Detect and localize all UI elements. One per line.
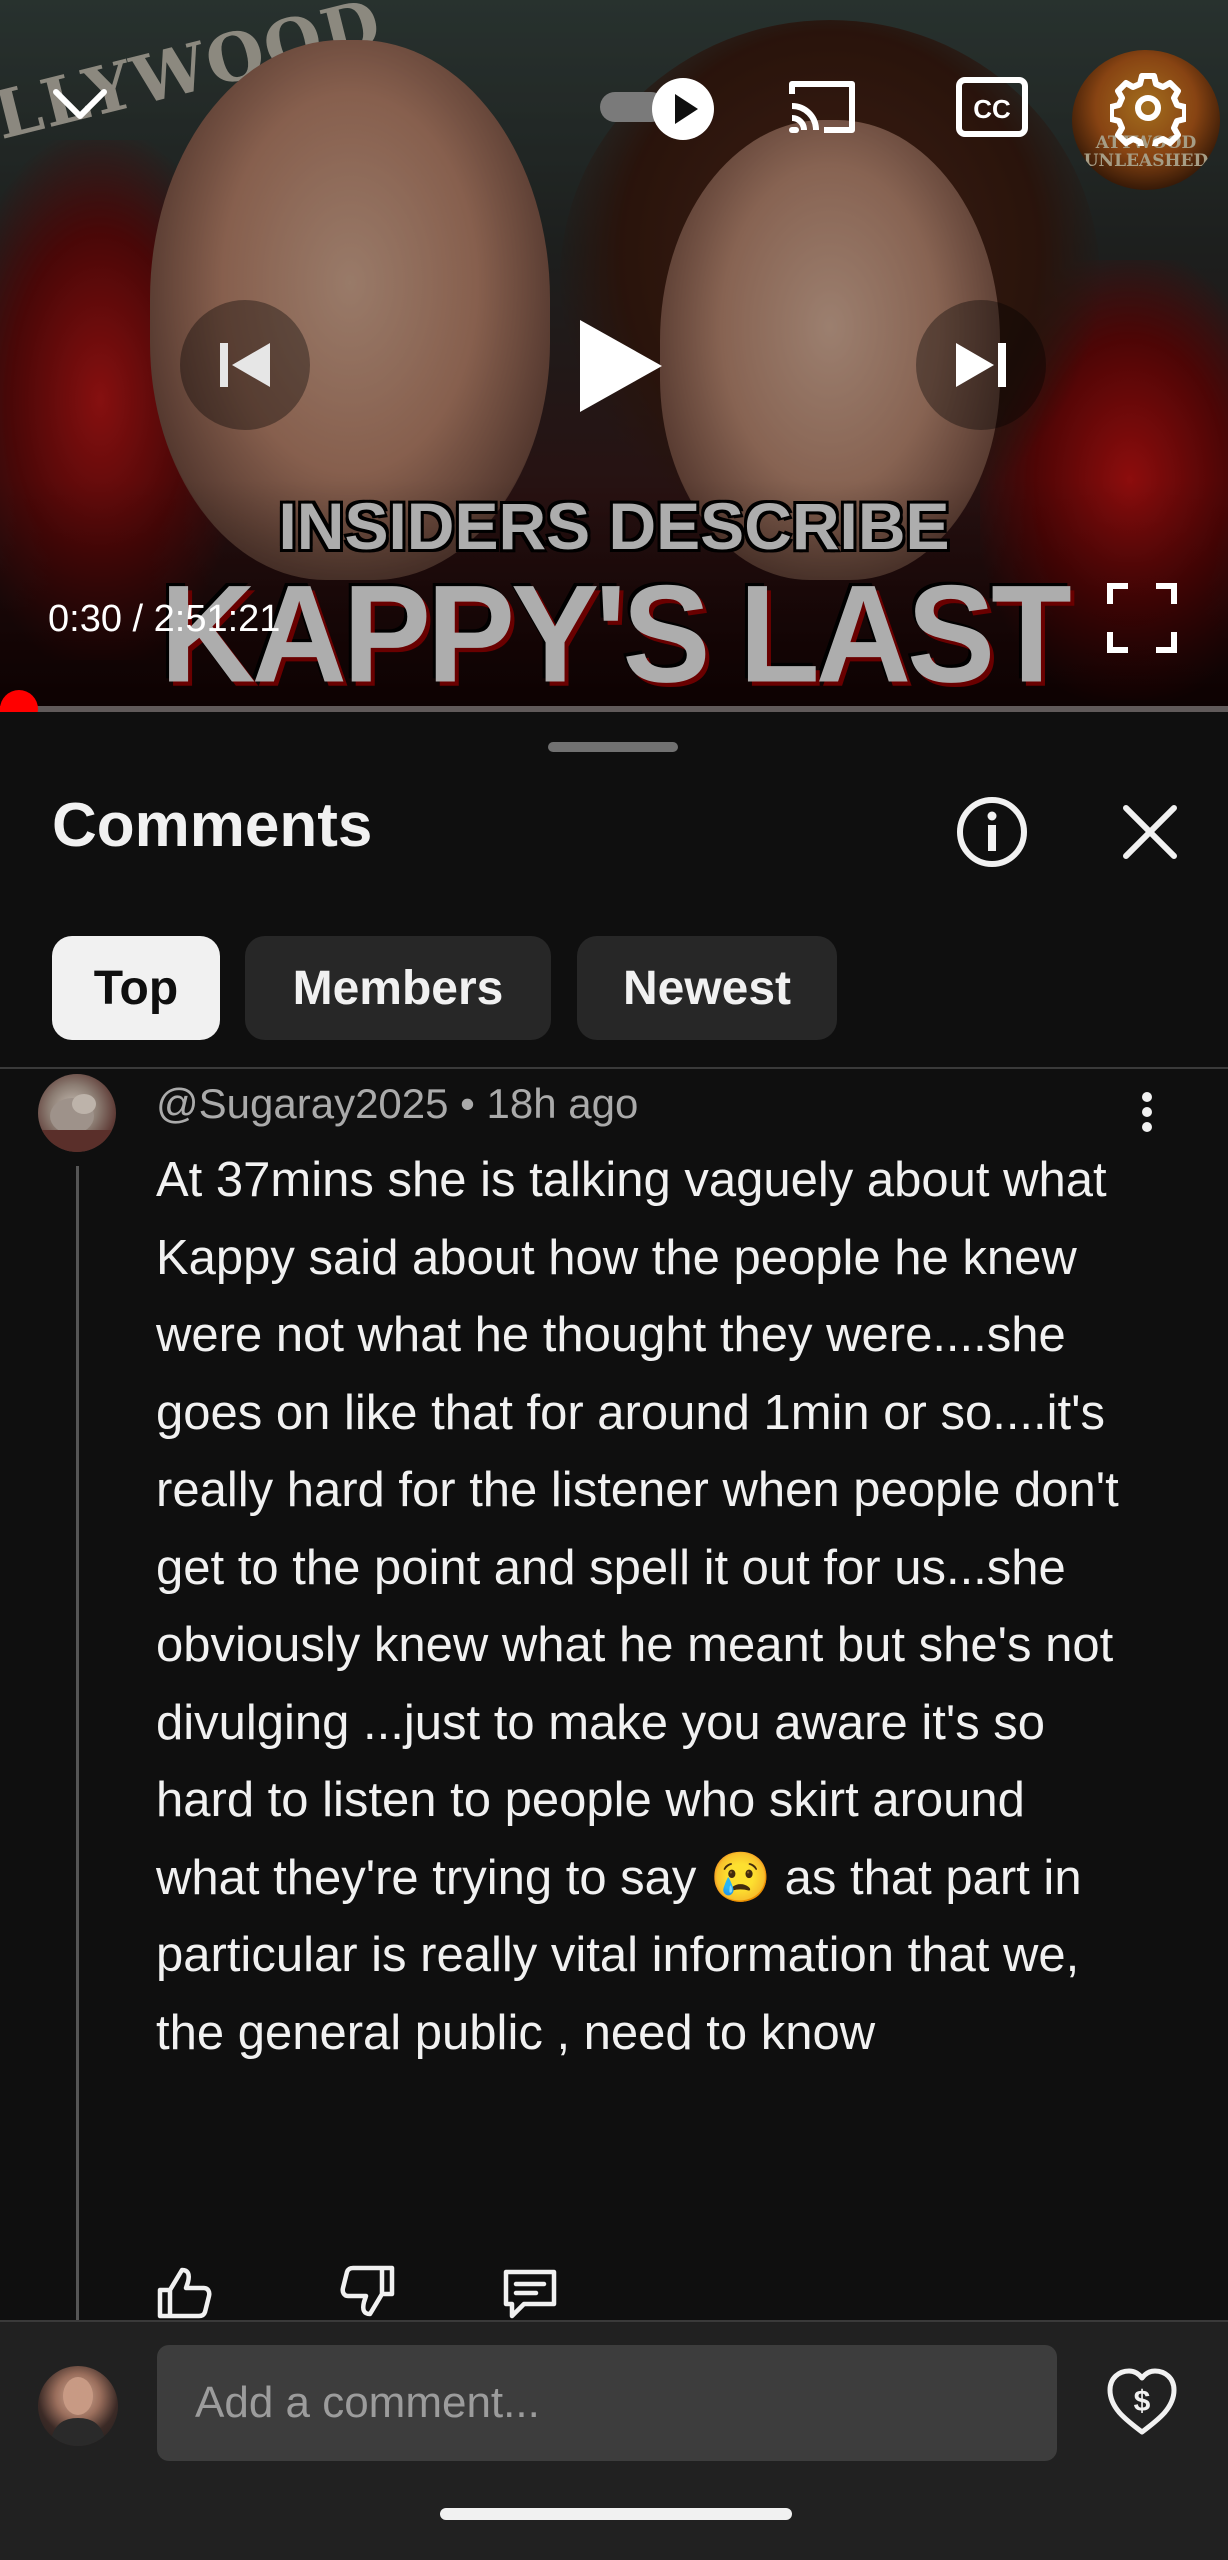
time-display: 0:30 / 2:51:21 [48,598,281,640]
svg-text:$: $ [1134,2385,1151,2418]
comment-text: At 37mins she is talking vaguely about w… [156,1153,1119,2060]
comment-more-button[interactable] [1130,1090,1164,1134]
play-icon [580,320,662,412]
comments-title: Comments [52,791,373,860]
comment-author-meta[interactable]: @Sugaray2025 • 18h ago [156,1080,638,1128]
more-vertical-icon [1142,1092,1152,1132]
video-player[interactable]: LLYWOOD INSIDERS DESCRIBE KAPPY'S LAST D… [0,0,1228,712]
comments-info-button[interactable] [954,794,1030,870]
super-thanks-icon: $ [1107,2368,1177,2435]
comment-thread-line [76,1166,79,2322]
cast-icon [789,81,855,133]
sheet-drag-handle[interactable] [548,742,678,752]
captions-button[interactable]: CC [954,74,1030,140]
skip-previous-icon [220,343,270,387]
fullscreen-button[interactable] [1104,580,1180,656]
autoplay-toggle[interactable] [600,78,714,140]
previous-video-button[interactable] [180,300,310,430]
composer-divider [0,2320,1228,2322]
user-portrait-image [50,2377,106,2446]
home-indicator[interactable] [440,2508,792,2520]
tab-newest[interactable]: Newest [577,936,837,1040]
autoplay-play-glyph [675,94,698,124]
svg-text:CC: CC [973,94,1011,124]
cast-button[interactable] [784,74,860,140]
thumbs-up-icon [157,2267,212,2319]
autoplay-toggle-icon [652,78,714,140]
reply-icon [503,2269,557,2319]
tabs-divider [0,1067,1228,1069]
close-comments-button[interactable] [1116,798,1184,866]
play-pause-button[interactable] [556,306,676,426]
cc-icon: CC [956,77,1028,137]
info-icon [957,797,1027,867]
fullscreen-icon [1107,583,1177,653]
tab-members[interactable]: Members [245,936,551,1040]
settings-button[interactable] [1110,70,1186,146]
comment-input[interactable] [157,2345,1057,2461]
next-video-button[interactable] [916,300,1046,430]
chevron-down-icon [53,89,107,119]
collapse-player-button[interactable] [48,78,112,128]
dislike-button[interactable] [338,2264,398,2320]
super-thanks-button[interactable]: $ [1104,2364,1180,2440]
close-icon [1123,805,1177,859]
gear-icon [1110,73,1186,146]
avatar-cat-image [38,1094,116,1152]
avatar[interactable] [38,1074,116,1152]
tab-top[interactable]: Top [52,936,220,1040]
thumbs-down-icon [340,2265,395,2317]
skip-next-icon [956,343,1006,387]
reply-button[interactable] [500,2266,560,2320]
like-button[interactable] [154,2264,214,2320]
current-user-avatar [38,2366,118,2446]
